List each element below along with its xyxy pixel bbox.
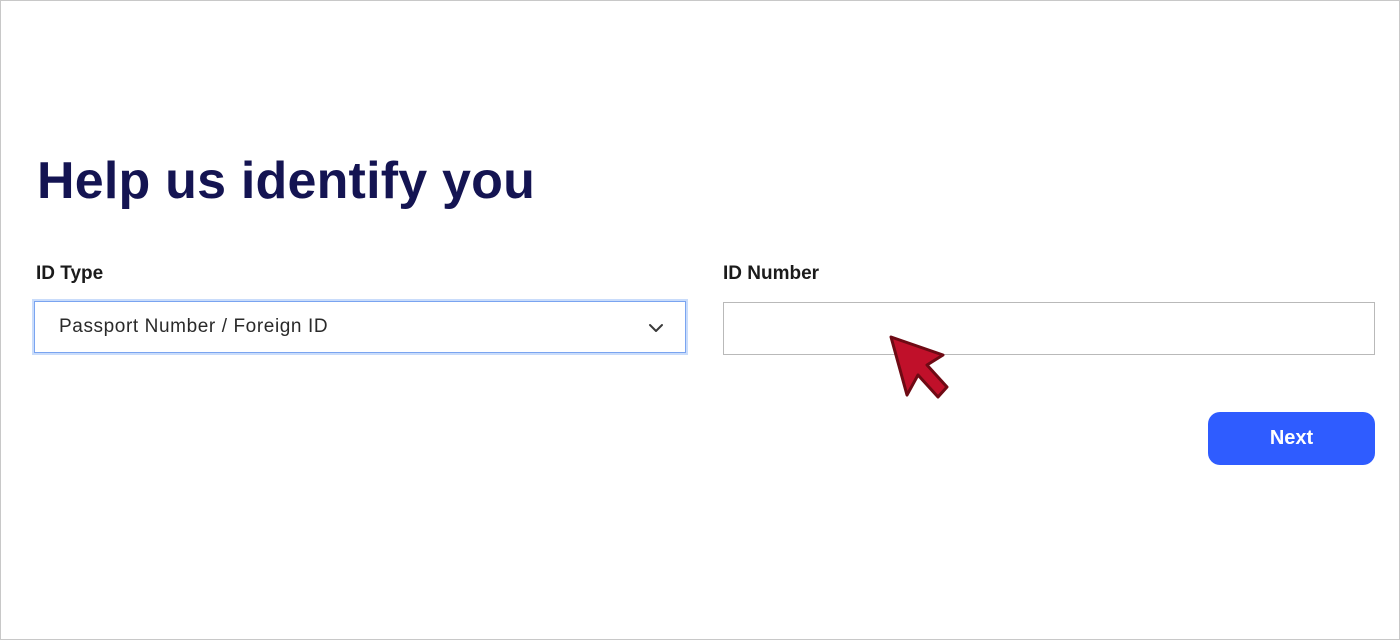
id-number-label: ID Number [723,263,820,284]
id-type-select[interactable]: Passport Number / Foreign ID [34,301,686,353]
chevron-down-icon [649,324,663,332]
id-type-label: ID Type [36,263,104,284]
page-frame: Help us identify you ID Type Passport Nu… [0,0,1400,640]
next-button[interactable]: Next [1208,412,1375,465]
id-type-selected-value: Passport Number / Foreign ID [59,316,329,337]
id-number-input[interactable] [723,302,1375,355]
page-title: Help us identify you [37,152,536,210]
